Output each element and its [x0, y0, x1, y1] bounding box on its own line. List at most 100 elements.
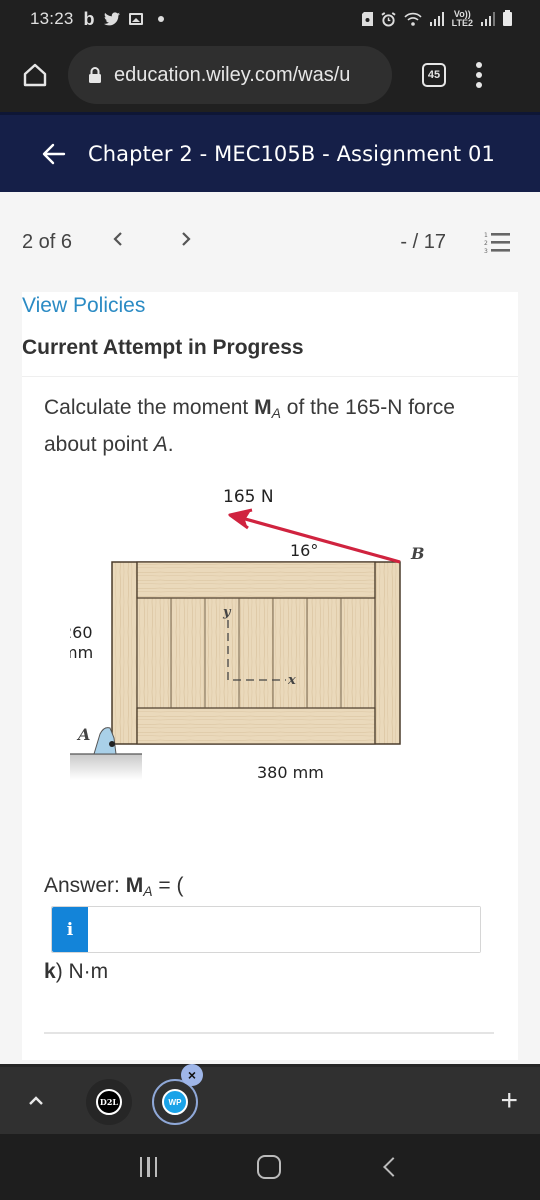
angle-label: 16°	[290, 541, 318, 560]
svg-text:2: 2	[484, 240, 488, 247]
point-label: A	[153, 433, 168, 456]
alarm-icon	[381, 11, 396, 27]
recent-apps-icon	[154, 1157, 158, 1177]
d2l-favicon: D2L	[96, 1089, 122, 1115]
arrow-left-icon	[42, 143, 66, 164]
crate-bottom-rail	[136, 707, 376, 745]
svg-text:1: 1	[484, 232, 488, 239]
width-label: 380 mm	[257, 763, 324, 782]
menu-dot-icon	[476, 72, 482, 78]
height-label-value: 260	[70, 623, 93, 642]
home-nav-button[interactable]	[256, 1155, 281, 1179]
recent-apps-icon	[147, 1157, 150, 1177]
url-text[interactable]: education.wiley.com/was/u	[114, 64, 350, 87]
moment-symbol: M	[254, 396, 272, 419]
image-icon	[128, 13, 143, 25]
status-left-icons: b	[84, 9, 164, 30]
home-button[interactable]	[20, 60, 50, 90]
tab-switcher-button[interactable]: 45	[422, 63, 446, 87]
new-tab-button[interactable]: +	[500, 1085, 518, 1116]
force-label: 165 N	[223, 487, 274, 507]
chevron-left-icon	[113, 232, 122, 246]
home-icon	[23, 63, 47, 87]
browser-toolbar: education.wiley.com/was/u 45	[0, 38, 540, 112]
sim-icon	[361, 12, 373, 26]
info-button[interactable]: i	[52, 907, 88, 952]
status-bar: 13:23 b Vo)) LTE2	[0, 0, 540, 38]
question-pager: 2 of 6 - / 17 1 2 3	[0, 192, 540, 292]
lock-icon	[89, 67, 101, 83]
menu-dot-icon	[476, 82, 482, 88]
lte-label: LTE2	[451, 18, 473, 28]
crate-top-rail	[136, 561, 376, 599]
point-b-label: B	[410, 544, 425, 563]
system-nav-bar	[0, 1134, 540, 1200]
previous-question-button[interactable]	[112, 230, 124, 254]
battery-icon	[503, 10, 512, 26]
chevron-right-icon	[182, 232, 191, 246]
tab-d2l[interactable]: D2L	[86, 1079, 132, 1125]
answer-input[interactable]	[88, 907, 480, 952]
divider	[22, 376, 518, 377]
wp-label: WP	[168, 1097, 182, 1107]
browser-menu-button[interactable]	[476, 62, 482, 88]
answer-subscript: A	[143, 883, 153, 899]
ground	[70, 754, 142, 780]
point-a-label: A	[76, 725, 90, 744]
answer-suffix: = (	[152, 874, 184, 897]
answer-label: Answer: MA = (	[44, 874, 183, 899]
recent-apps-icon	[139, 1157, 143, 1177]
info-icon: i	[66, 919, 74, 940]
axis-y-label: y	[222, 605, 232, 620]
card-divider	[44, 1032, 494, 1034]
wp-favicon: WP	[162, 1089, 188, 1115]
back-nav-button[interactable]	[383, 1157, 404, 1177]
unit-prefix: k	[44, 960, 56, 983]
question-end: .	[167, 433, 174, 456]
volte-icon: Vo)) LTE2	[452, 10, 473, 28]
crate-diagram: y x 165 N 16° B 260 mm 380 mm A	[70, 487, 425, 782]
axis-x-label: x	[287, 673, 296, 688]
question-position: 2 of 6	[22, 230, 73, 253]
question-text-part: Calculate the moment	[44, 396, 255, 419]
close-icon: ×	[187, 1067, 197, 1083]
height-label-unit: mm	[70, 643, 93, 662]
question-list-button[interactable]: 1 2 3	[484, 231, 514, 255]
chevron-up-icon	[29, 1095, 43, 1105]
status-right-icons: Vo)) LTE2	[361, 10, 512, 28]
attempt-status: Current Attempt in Progress	[22, 336, 304, 359]
view-policies-link[interactable]: View Policies	[22, 294, 145, 318]
pin-a	[109, 741, 115, 747]
wifi-icon	[404, 12, 422, 26]
bing-icon: b	[83, 8, 95, 29]
svg-text:3: 3	[484, 248, 488, 255]
menu-dot-icon	[476, 62, 482, 68]
recent-apps-button[interactable]	[139, 1157, 158, 1177]
signal-icon	[429, 12, 444, 26]
close-tab-button[interactable]: ×	[181, 1064, 203, 1086]
unit-label: k) N·m	[44, 960, 108, 984]
numbered-list-icon: 1 2 3	[484, 232, 510, 255]
unit-suffix: ) N·m	[55, 960, 109, 983]
dot-icon	[157, 16, 164, 22]
next-question-button[interactable]	[180, 230, 192, 254]
app-header: Chapter 2 - MEC105B - Assignment 01	[0, 112, 540, 192]
assignment-title: Chapter 2 - MEC105B - Assignment 01	[88, 141, 495, 166]
expand-tabs-button[interactable]	[26, 1091, 46, 1111]
signal-icon-2	[481, 12, 495, 26]
d2l-label: D2L	[99, 1097, 119, 1107]
address-bar[interactable]: education.wiley.com/was/u	[68, 46, 392, 104]
tab-groups-bar: D2L WP +	[0, 1064, 540, 1134]
force-arrow-line	[237, 515, 401, 564]
twitter-icon	[103, 12, 120, 26]
answer-symbol: M	[125, 874, 144, 897]
tab-count: 45	[427, 69, 441, 81]
back-button[interactable]	[42, 142, 66, 166]
score: - / 17	[400, 230, 446, 253]
question-card: View Policies Current Attempt in Progres…	[22, 292, 518, 1060]
status-time: 13:23	[30, 9, 74, 28]
answer-prefix: Answer:	[44, 874, 126, 897]
question-text: Calculate the moment MA of the 165-N for…	[44, 392, 504, 460]
moment-subscript: A	[271, 405, 281, 421]
answer-field: i	[51, 906, 481, 953]
